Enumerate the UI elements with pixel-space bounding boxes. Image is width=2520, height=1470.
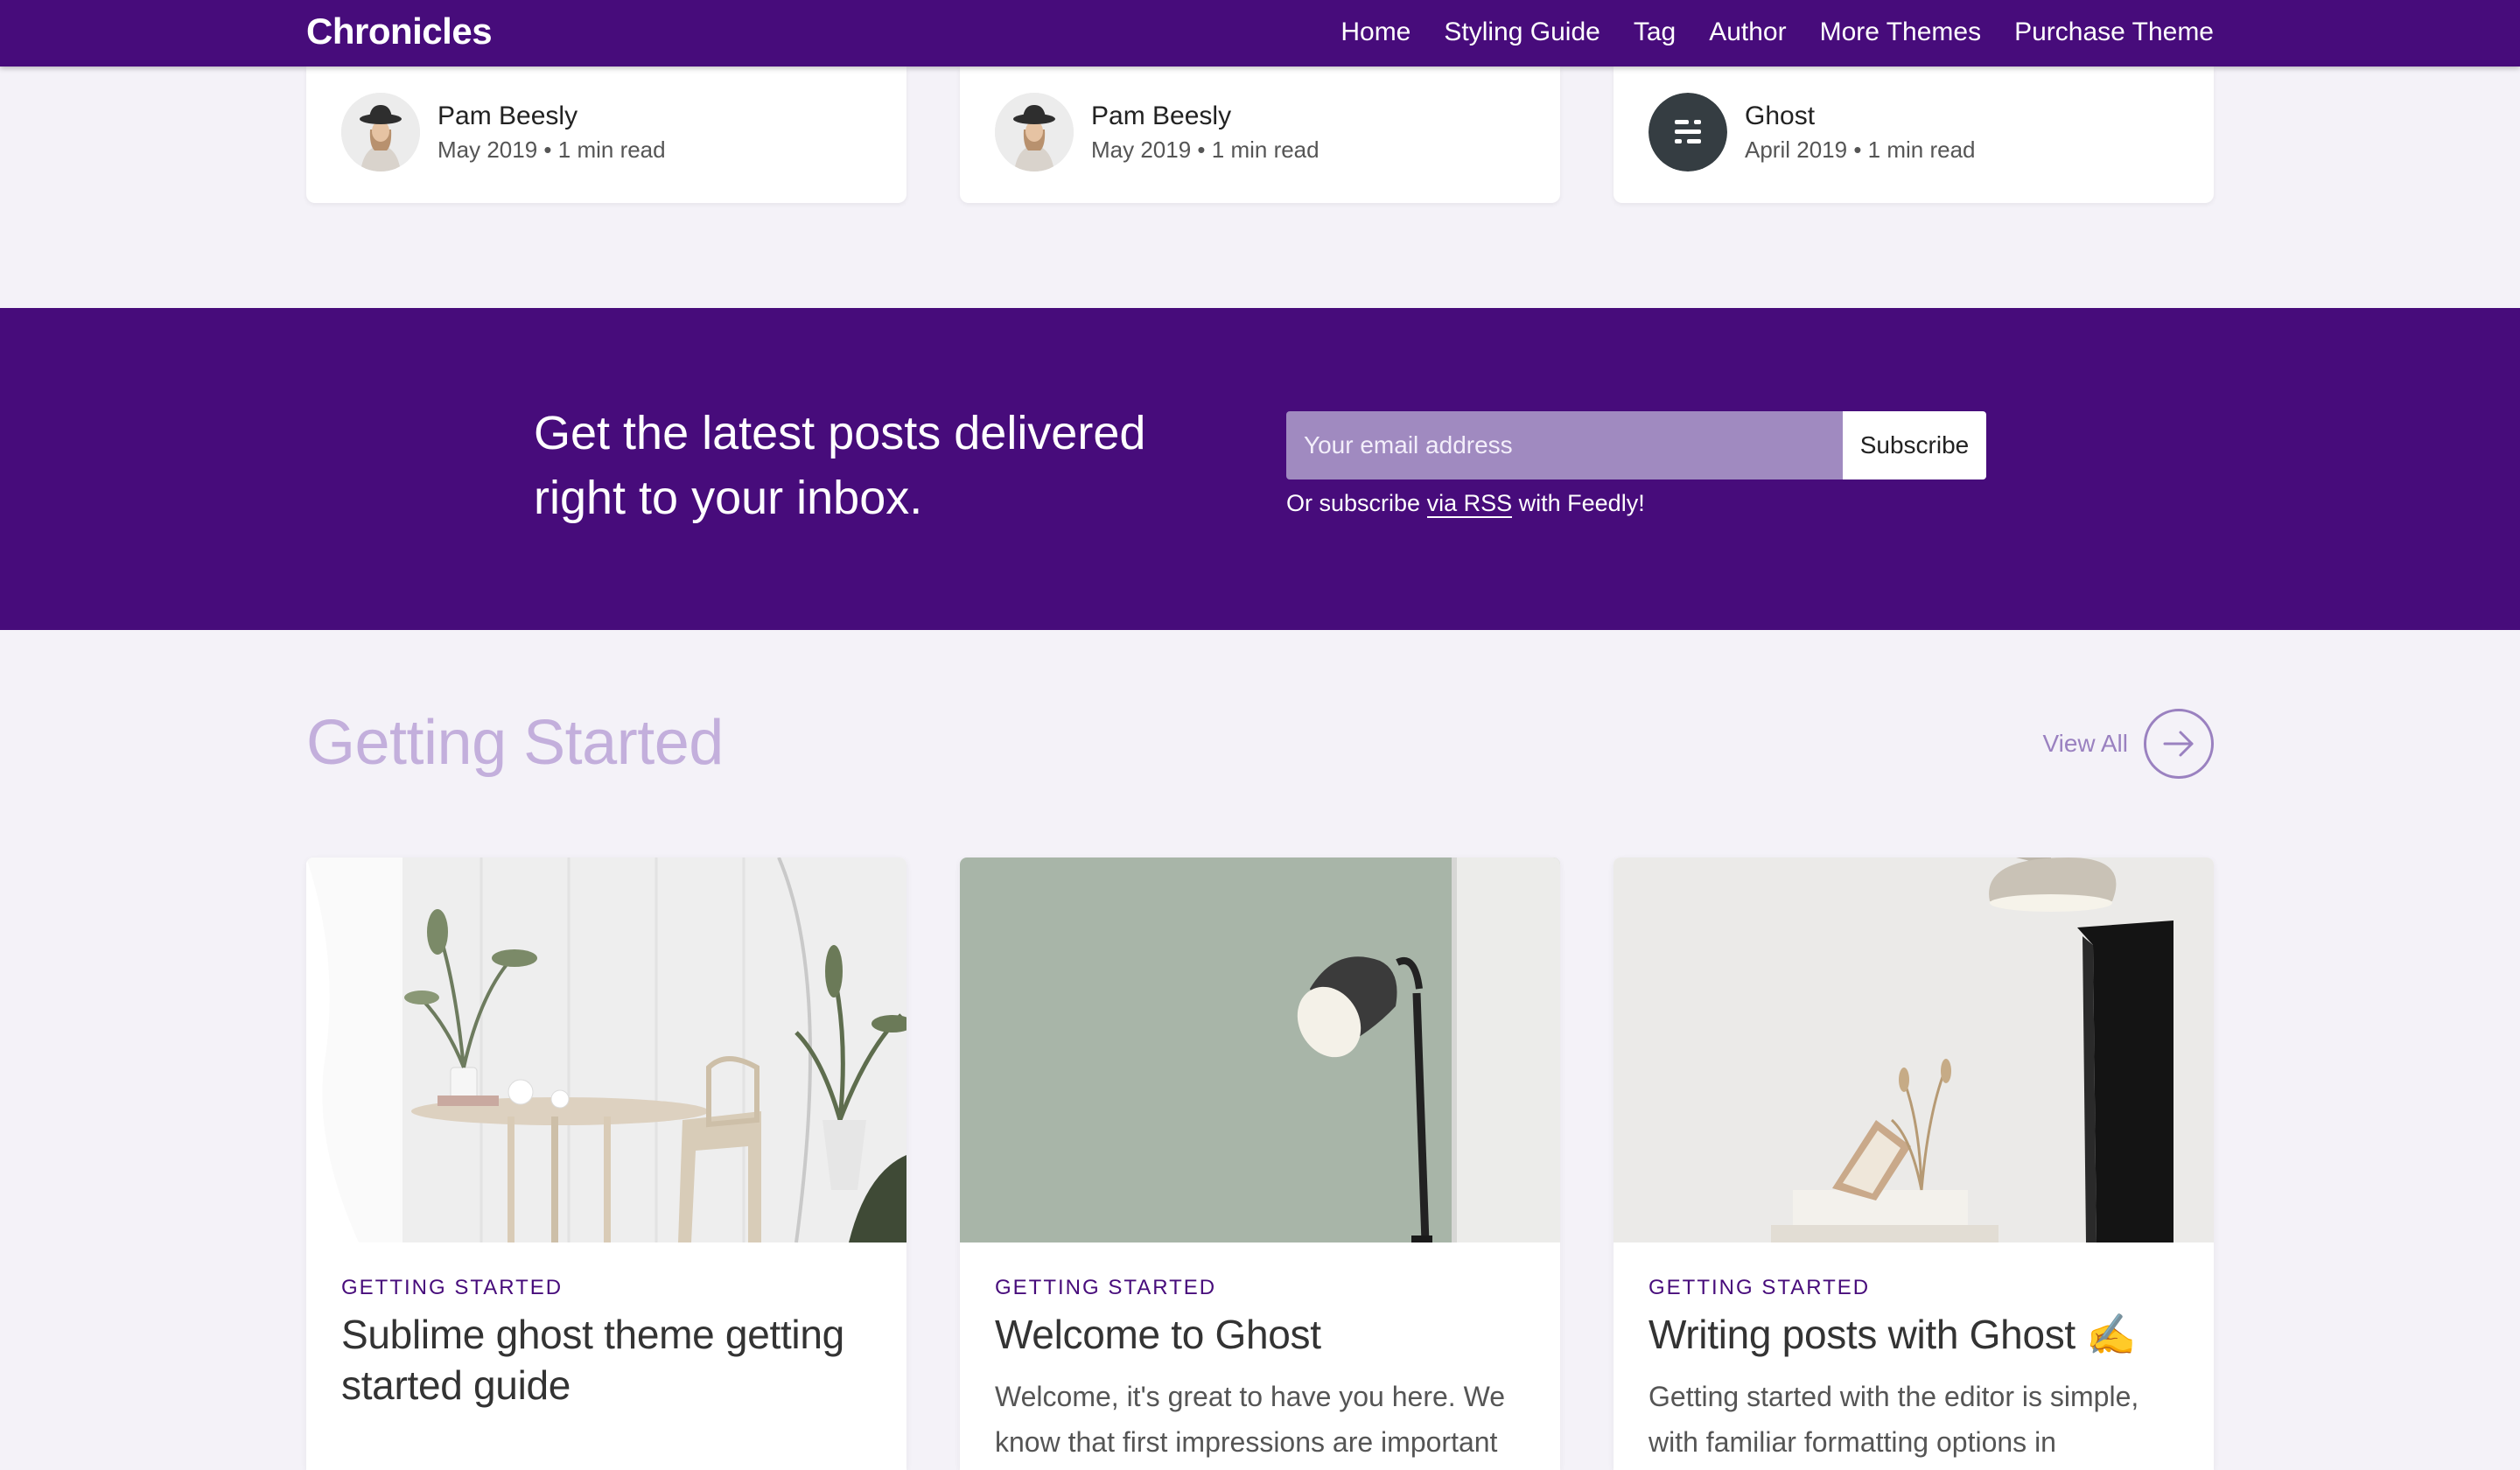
post-date: April 2019 [1745,136,1848,163]
woman-with-hat-avatar[interactable] [995,93,1074,172]
subscribe-heading: Get the latest posts delivered right to … [534,407,1146,524]
nav-link-purchase-theme[interactable]: Purchase Theme [2014,18,2214,47]
site-logo[interactable]: Chronicles [306,10,493,52]
post-title[interactable]: Sublime ghost theme getting started guid… [341,1309,884,1410]
meta-separator: • [543,136,552,163]
post-title[interactable]: Welcome to Ghost [995,1309,1537,1360]
post-date: May 2019 [438,136,538,163]
post-tag[interactable]: GETTING STARTED [341,1276,563,1300]
author-card[interactable]: Pam Beesly May 2019 • 1 min read [960,66,1560,203]
meta-separator: • [1853,136,1862,163]
email-input[interactable] [1286,411,1843,480]
post-image-dining-room[interactable] [306,858,906,1242]
post-card[interactable]: GETTING STARTED Welcome to Ghost Welcome… [960,858,1560,1470]
top-navbar: Chronicles Home Styling Guide Tag Author… [0,0,2520,66]
view-all-link[interactable]: View All [2042,709,2214,779]
arrow-right-icon[interactable] [2144,709,2214,779]
read-time: 1 min read [557,136,666,163]
author-card[interactable]: Ghost April 2019 • 1 min read [1614,66,2214,203]
rss-link[interactable]: via RSS [1426,490,1513,518]
post-meta: May 2019 • 1 min read [438,136,666,164]
rss-note: Or subscribe via RSS with Feedly! [1286,490,1645,518]
rss-note-prefix: Or subscribe [1286,490,1421,516]
read-time: 1 min read [1211,136,1320,163]
post-card[interactable]: GETTING STARTED Sublime ghost theme gett… [306,858,906,1470]
post-card[interactable]: GETTING STARTED Writing posts with Ghost… [1614,858,2214,1470]
author-name[interactable]: Pam Beesly [1091,102,1231,131]
subscribe-section: Get the latest posts delivered right to … [0,308,2520,630]
nav-link-tag[interactable]: Tag [1634,18,1676,47]
nav-link-more-themes[interactable]: More Themes [1820,18,1982,47]
post-excerpt: Welcome, it's great to have you here. We… [995,1381,1505,1458]
post-meta: May 2019 • 1 min read [1091,136,1320,164]
subscribe-form: Subscribe [1286,411,1986,480]
read-time: 1 min read [1867,136,1976,163]
rss-note-suffix: with Feedly! [1518,490,1645,516]
author-name[interactable]: Pam Beesly [438,102,578,131]
meta-separator: • [1197,136,1206,163]
post-meta: April 2019 • 1 min read [1745,136,1976,164]
author-card[interactable]: Pam Beesly May 2019 • 1 min read [306,66,906,203]
post-image-floor-lamp[interactable] [960,858,1560,1242]
section-title: Getting Started [306,708,724,778]
ghost-logo-icon[interactable] [1648,93,1727,172]
nav-link-author[interactable]: Author [1709,18,1786,47]
view-all-label[interactable]: View All [2042,730,2128,758]
post-excerpt: Getting started with the editor is simpl… [1648,1381,2139,1458]
woman-with-hat-avatar[interactable] [341,93,420,172]
nav-link-home[interactable]: Home [1340,18,1410,47]
nav-link-styling-guide[interactable]: Styling Guide [1444,18,1600,47]
post-date: May 2019 [1091,136,1192,163]
post-tag[interactable]: GETTING STARTED [995,1276,1216,1300]
post-tag[interactable]: GETTING STARTED [1648,1276,1870,1300]
nav-links: Home Styling Guide Tag Author More Theme… [1340,18,2214,47]
subscribe-button[interactable]: Subscribe [1843,411,1986,480]
author-name[interactable]: Ghost [1745,102,1815,131]
post-title[interactable]: Writing posts with Ghost ✍️ [1648,1309,2191,1360]
post-image-pendant-lamp[interactable] [1614,858,2214,1242]
